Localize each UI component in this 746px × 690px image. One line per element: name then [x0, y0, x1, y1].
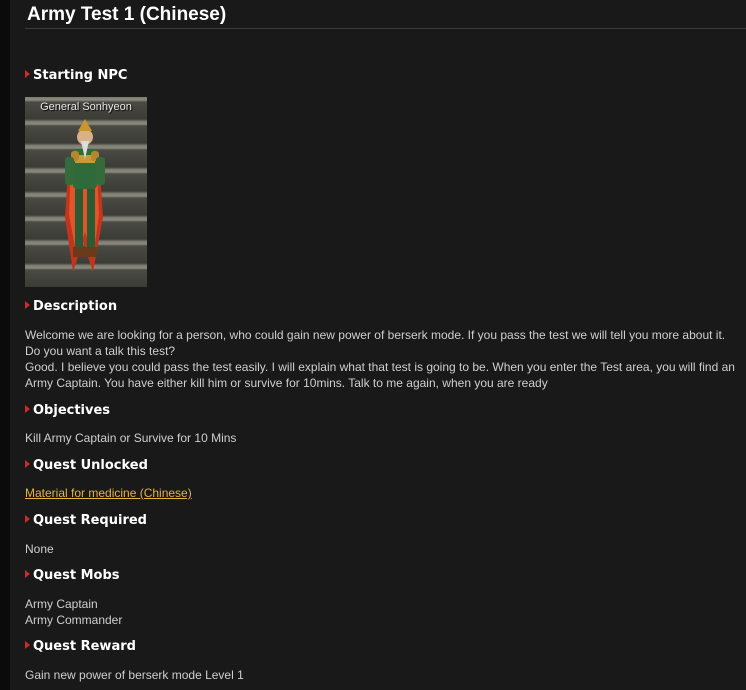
- section-label: Quest Required: [33, 513, 147, 528]
- section-arrow-icon: [25, 405, 30, 413]
- section-label: Description: [33, 299, 118, 314]
- section-quest-unlocked: Quest Unlocked: [25, 458, 148, 473]
- list-item: Army Commander: [25, 613, 123, 627]
- section-quest-reward: Quest Reward: [25, 639, 136, 654]
- title-divider: [25, 28, 746, 29]
- section-arrow-icon: [25, 570, 30, 578]
- quest-required-text: None: [25, 542, 54, 556]
- section-label: Quest Unlocked: [33, 458, 148, 473]
- section-quest-required: Quest Required: [25, 513, 147, 528]
- description-paragraph: Good. I believe you could pass the test …: [25, 360, 735, 390]
- section-arrow-icon: [25, 70, 30, 78]
- npc-portrait: General Sonhyeon: [25, 97, 147, 287]
- unlocked-quest-link[interactable]: Material for medicine (Chinese): [25, 486, 192, 500]
- objectives-text: Kill Army Captain or Survive for 10 Mins: [25, 431, 237, 445]
- section-label: Quest Reward: [33, 639, 136, 654]
- section-label: Quest Mobs: [33, 568, 120, 583]
- section-arrow-icon: [25, 641, 30, 649]
- section-quest-mobs: Quest Mobs: [25, 568, 120, 583]
- quest-page: Army Test 1 (Chinese) Starting NPC Gener…: [25, 0, 746, 690]
- description-text: Welcome we are looking for a person, who…: [25, 327, 743, 391]
- list-item: Army Captain: [25, 597, 98, 611]
- section-arrow-icon: [25, 460, 30, 468]
- section-arrow-icon: [25, 301, 30, 309]
- npc-figure-icon: [65, 119, 105, 272]
- section-label: Starting NPC: [33, 68, 128, 83]
- left-border: [0, 0, 10, 690]
- section-description: Description: [25, 299, 117, 314]
- quest-mobs-list: Army Captain Army Commander: [25, 596, 743, 628]
- section-objectives: Objectives: [25, 403, 110, 418]
- section-starting-npc: Starting NPC: [25, 68, 127, 83]
- section-label: Objectives: [33, 403, 111, 418]
- page-title: Army Test 1 (Chinese): [27, 4, 227, 25]
- description-paragraph: Welcome we are looking for a person, who…: [25, 328, 726, 358]
- quest-reward-text: Gain new power of berserk mode Level 1: [25, 668, 244, 682]
- section-arrow-icon: [25, 515, 30, 523]
- quest-unlocked-row: Material for medicine (Chinese): [25, 485, 743, 501]
